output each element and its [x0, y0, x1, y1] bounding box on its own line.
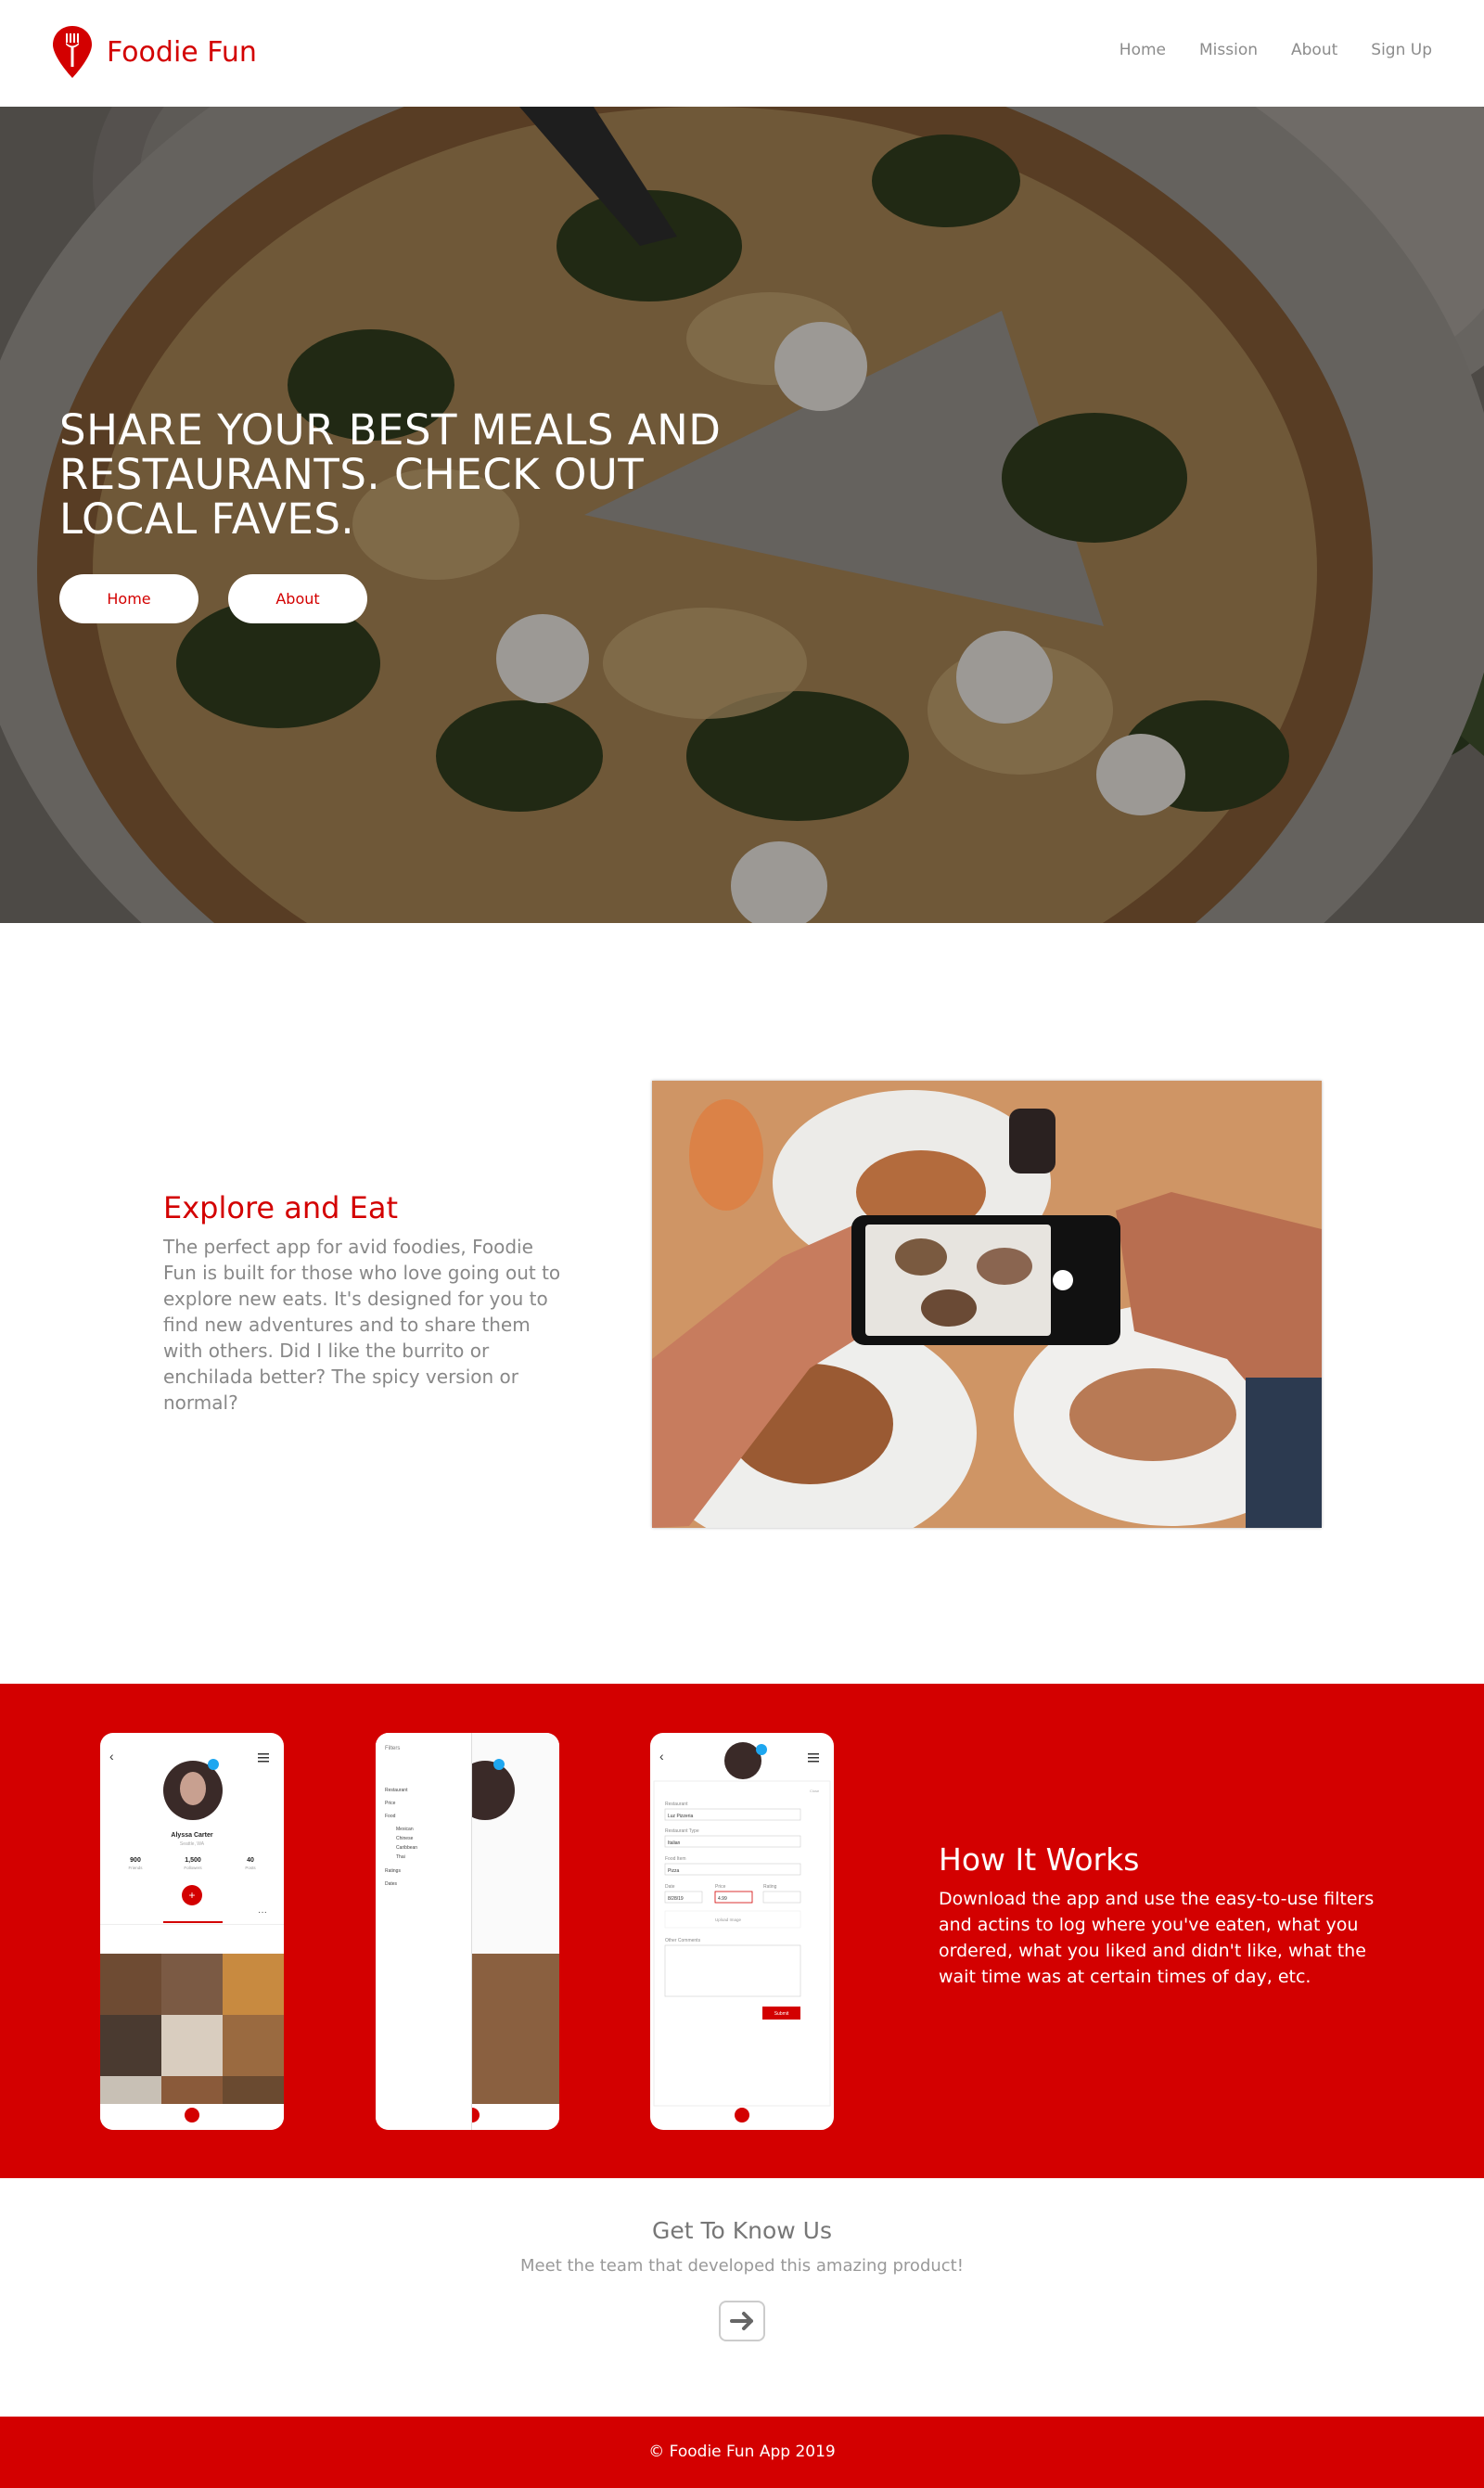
filter-restaurant: Restaurant — [385, 1788, 408, 1793]
footer: © Foodie Fun App 2019 — [0, 2417, 1484, 2488]
stat-friends-label: Friends — [128, 1866, 143, 1870]
footer-copyright: © Foodie Fun App 2019 — [648, 2443, 836, 2461]
nav-links: Home Mission About Sign Up — [1119, 41, 1432, 59]
field-type-label: Restaurant Type — [665, 1828, 699, 1834]
filters-screen-mockup: Filters Restaurant Price Food Mexican Ch… — [376, 1733, 559, 2130]
hero-section: SHARE YOUR BEST MEALS AND RESTAURANTS. C… — [0, 107, 1484, 923]
svg-text:‹: ‹ — [109, 1749, 114, 1763]
field-type-value: Italian — [668, 1840, 681, 1846]
top-nav: Foodie Fun Home Mission About Sign Up — [0, 0, 1484, 107]
hero-about-button[interactable]: About — [228, 574, 367, 623]
how-it-works-description: Download the app and use the easy-to-use… — [939, 1889, 1375, 1987]
svg-text:+: + — [188, 1889, 195, 1902]
field-food-value: Pizza — [668, 1868, 679, 1874]
filter-dates: Dates — [385, 1881, 398, 1887]
stat-posts-label: Posts — [245, 1866, 256, 1870]
field-restaurant-value: Luz Pizzeria — [668, 1814, 693, 1819]
date-label: Date — [665, 1884, 675, 1890]
date-value: 8/28/19 — [668, 1896, 684, 1902]
profile-location: Seattle, WA — [180, 1841, 205, 1847]
filter-thai: Thai — [396, 1854, 405, 1860]
submit-button: Submit — [774, 2011, 789, 2017]
price-value: 4.99 — [718, 1896, 727, 1902]
explore-title: Explore and Eat — [163, 1190, 398, 1225]
hero-headline: SHARE YOUR BEST MEALS AND RESTAURANTS. C… — [59, 405, 722, 544]
hero-home-button[interactable]: Home — [59, 574, 198, 623]
rating-label: Rating — [763, 1884, 777, 1890]
app-screen-filters: Filters Restaurant Price Food Mexican Ch… — [376, 1733, 559, 2130]
brand-name: Foodie Fun — [107, 35, 257, 69]
nav-link-about[interactable]: About — [1291, 41, 1337, 59]
upload-image: Upload Image — [715, 1917, 742, 1922]
filter-mexican: Mexican — [396, 1827, 414, 1832]
comments-label: Other Comments — [665, 1938, 701, 1943]
field-restaurant-label: Restaurant — [665, 1802, 688, 1807]
log-form-screen-mockup: ‹ Close Restaurant Luz Pizzeria Restaura… — [653, 1742, 831, 2122]
filter-price: Price — [385, 1801, 396, 1806]
nav-link-sign-up[interactable]: Sign Up — [1371, 41, 1432, 59]
field-food-label: Food Item — [665, 1856, 686, 1862]
filter-caribbean: Caribbean — [396, 1845, 417, 1851]
how-it-works-title: How It Works — [939, 1841, 1140, 1878]
filter-ratings: Ratings — [385, 1868, 401, 1874]
logo-pin-fork-icon — [53, 26, 92, 78]
phone-photo-food-image — [652, 1081, 1322, 1528]
arrow-right-icon — [730, 2312, 753, 2330]
team-title: Get To Know Us — [651, 2217, 833, 2244]
filter-chinese: Chinese — [396, 1836, 414, 1841]
svg-text:‹: ‹ — [659, 1749, 664, 1763]
team-next-button[interactable] — [719, 2301, 765, 2341]
nav-link-home[interactable]: Home — [1119, 41, 1166, 59]
filter-food: Food — [385, 1814, 396, 1819]
price-label: Price — [715, 1884, 726, 1890]
photo-grid — [100, 1954, 284, 2104]
team-subtitle: Meet the team that developed this amazin… — [520, 2256, 964, 2276]
app-screen-log-form: ‹ Close Restaurant Luz Pizzeria Restaura… — [650, 1733, 834, 2130]
nav-link-mission[interactable]: Mission — [1199, 41, 1258, 59]
svg-text:···: ··· — [258, 1907, 267, 1917]
profile-name: Alyssa Carter — [171, 1832, 212, 1839]
how-it-works-section: ‹ Alyssa Carter Seattle, WA 900 Friends … — [0, 1684, 1484, 2178]
filters-title: Filters — [385, 1746, 400, 1751]
stat-posts-value: 40 — [247, 1857, 254, 1864]
food-photo-illustration — [652, 1081, 1322, 1528]
stat-followers-value: 1,500 — [185, 1857, 201, 1864]
form-cancel: Close — [810, 1789, 820, 1793]
explore-description: The perfect app for avid foodies, Foodie… — [163, 1236, 561, 1414]
logo[interactable]: Foodie Fun — [51, 24, 257, 80]
app-screen-profile: ‹ Alyssa Carter Seattle, WA 900 Friends … — [100, 1733, 284, 2130]
stat-friends-value: 900 — [130, 1857, 141, 1864]
stat-followers-label: Followers — [184, 1866, 202, 1870]
profile-screen-mockup: ‹ Alyssa Carter Seattle, WA 900 Friends … — [100, 1749, 284, 2130]
